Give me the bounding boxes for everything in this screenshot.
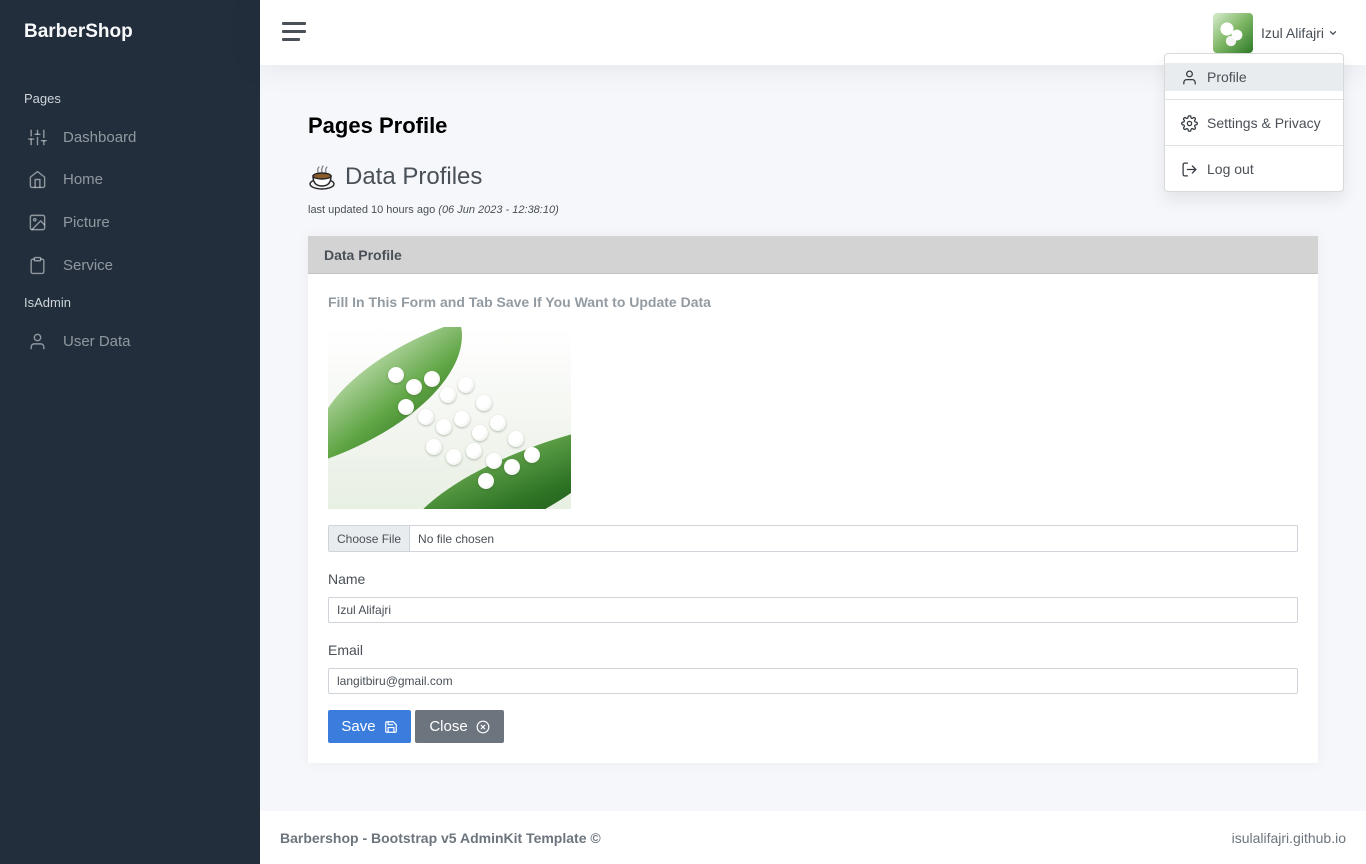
sidebar: BarberShop Pages Dashboard Home Picture …: [0, 0, 260, 864]
clipboard-icon: [30, 256, 45, 274]
photo-flower: [524, 447, 540, 463]
photo-flower: [424, 371, 440, 387]
sidebar-item-service[interactable]: Service: [0, 245, 260, 285]
menu-item-label: Profile: [1207, 69, 1247, 85]
log-out-icon: [1182, 161, 1197, 177]
last-updated-date: (06 Jun 2023 - 12:38:10): [438, 204, 559, 216]
page-title-rest: Profile: [378, 113, 448, 138]
photo-flower: [504, 459, 520, 475]
name-label: Name: [328, 571, 366, 587]
dropdown-divider: [1165, 99, 1343, 100]
dropdown-divider: [1165, 145, 1343, 146]
sidebar-item-label: User Data: [63, 332, 131, 350]
email-label: Email: [328, 642, 364, 658]
photo-flower: [478, 473, 494, 489]
page-title-bold: Pages: [308, 113, 373, 138]
save-icon: [384, 720, 397, 733]
photo-flower: [426, 439, 442, 455]
sidebar-header-pages: Pages: [24, 91, 61, 106]
photo-flower: [466, 443, 482, 459]
photo-flower: [472, 425, 488, 441]
photo-leaf: [328, 327, 488, 463]
avatar: [1212, 13, 1253, 53]
sidebar-item-user-data[interactable]: User Data: [0, 321, 260, 361]
file-input[interactable]: Choose File No file chosen: [328, 525, 1298, 552]
photo-flower: [436, 419, 452, 435]
photo-flower: [398, 399, 414, 415]
photo-flower: [418, 409, 434, 425]
email-field[interactable]: [328, 668, 1298, 694]
sidebar-item-picture[interactable]: Picture: [0, 202, 260, 242]
photo-flower: [458, 377, 474, 393]
card-subtitle: Fill In This Form and Tab Save If You Wa…: [328, 294, 711, 310]
user-menu-toggle[interactable]: Izul Alifajri: [1212, 13, 1338, 53]
image-icon: [29, 214, 46, 230]
chevron-down-icon: [1329, 31, 1337, 35]
footer: Barbershop - Bootstrap v5 AdminKit Templ…: [260, 811, 1366, 864]
menu-item-label: Log out: [1207, 161, 1254, 177]
home-icon: [29, 170, 46, 188]
photo-flower: [440, 387, 456, 403]
sliders-icon: [28, 129, 47, 145]
photo-flower: [490, 415, 506, 431]
photo-flower: [486, 453, 502, 469]
footer-left-text[interactable]: Barbershop - Bootstrap v5 AdminKit Templ…: [280, 830, 601, 846]
last-updated: last updated 10 hours ago (06 Jun 2023 -…: [308, 204, 559, 216]
save-button-label: Save: [341, 718, 376, 735]
user-icon: [30, 333, 45, 349]
menu-item-label: Settings & Privacy: [1207, 115, 1321, 131]
coffee-cup-icon: [309, 165, 335, 190]
menu-item-profile[interactable]: Profile: [1165, 63, 1343, 91]
brand-logo[interactable]: BarberShop: [24, 21, 133, 43]
photo-flower: [476, 395, 492, 411]
sidebar-item-label: Service: [63, 256, 114, 274]
gear-icon: [1181, 114, 1198, 132]
file-status: No file chosen: [418, 531, 495, 546]
photo-flower: [454, 411, 470, 427]
footer-right-link[interactable]: isulalifajri.github.io: [1232, 830, 1346, 846]
page-title: Pages Profile: [308, 113, 447, 139]
sidebar-item-home[interactable]: Home: [0, 159, 260, 199]
name-field[interactable]: [328, 597, 1298, 623]
menu-toggle-icon[interactable]: [282, 22, 306, 42]
card-header: Data Profile: [308, 236, 1318, 274]
sidebar-item-label: Home: [63, 170, 104, 188]
sidebar-item-label: Picture: [63, 213, 110, 231]
sidebar-item-label: Dashboard: [63, 128, 137, 146]
close-button-label: Close: [429, 718, 468, 735]
user-dropdown-menu: Profile Settings & Privacy Log out: [1164, 53, 1344, 192]
sidebar-header-isadmin: IsAdmin: [24, 295, 71, 310]
photo-flower: [446, 449, 462, 465]
last-updated-text: last updated 10 hours ago: [308, 204, 436, 216]
close-button[interactable]: Close: [415, 710, 504, 743]
sidebar-item-dashboard[interactable]: Dashboard: [0, 117, 260, 157]
menu-item-logout[interactable]: Log out: [1165, 155, 1343, 183]
menu-item-settings[interactable]: Settings & Privacy: [1165, 109, 1343, 137]
profile-card: Data Profile Fill In This Form and Tab S…: [308, 236, 1318, 763]
section-title-text: Data Profiles: [345, 163, 483, 190]
user-name: Izul Alifajri: [1260, 25, 1324, 41]
user-icon: [1183, 69, 1196, 85]
photo-flower: [406, 379, 422, 395]
profile-photo: [328, 327, 571, 509]
photo-flower: [508, 431, 524, 447]
section-title: Data Profiles: [308, 163, 482, 191]
save-button[interactable]: Save: [328, 710, 411, 743]
x-circle-icon: [476, 720, 490, 733]
photo-flower: [388, 367, 404, 383]
choose-file-button[interactable]: Choose File: [329, 526, 411, 551]
